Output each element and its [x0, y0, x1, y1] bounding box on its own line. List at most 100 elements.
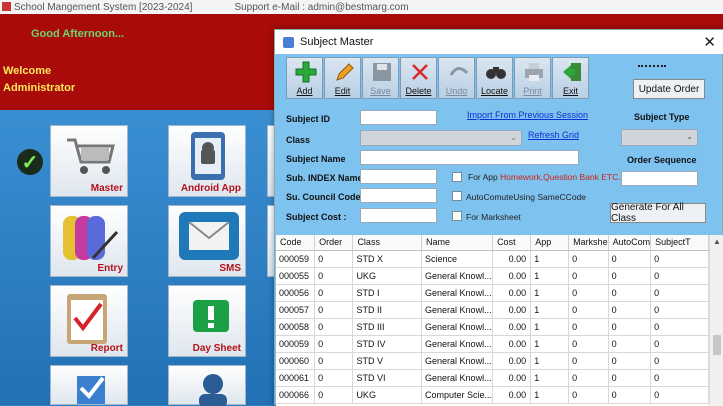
column-header[interactable]: Name: [421, 235, 494, 251]
table-cell: General Knowl...: [421, 352, 494, 370]
delete-button[interactable]: Delete: [400, 57, 437, 99]
table-row[interactable]: 000066 0 UKG Computer Scie... 0.00 1 0 0 0: [276, 386, 709, 404]
subject-name-label: Subject Name: [286, 154, 346, 164]
tile-label: Master: [90, 183, 123, 194]
edit-button[interactable]: Edit: [324, 57, 361, 99]
column-header[interactable]: Code: [276, 235, 316, 251]
table-cell: 0: [608, 284, 652, 302]
column-header[interactable]: App: [530, 235, 570, 251]
table-row[interactable]: 000057 0 STD II General Knowl... 0.00 1 0 0 0: [276, 301, 709, 319]
update-order-button[interactable]: Update Order: [633, 79, 705, 99]
android-app-tile[interactable]: Android App: [168, 125, 246, 197]
chevron-down-icon: ⌄: [510, 133, 517, 142]
sms-tile[interactable]: SMS: [168, 205, 246, 277]
table-cell: 0: [314, 369, 354, 387]
column-header[interactable]: Markshe: [568, 235, 609, 251]
subject-name-input[interactable]: [360, 150, 579, 165]
import-previous-session-link[interactable]: Import From Previous Session: [467, 110, 588, 120]
scroll-up-icon[interactable]: ▲: [713, 237, 721, 246]
table-row[interactable]: 000061 0 STD VI General Knowl... 0.00 1 0 0 0: [276, 369, 709, 387]
printer-icon: [525, 63, 543, 81]
table-cell: 000059: [276, 250, 316, 268]
table-cell: 0.00: [492, 301, 532, 319]
for-marksheet-checkbox[interactable]: [452, 211, 462, 221]
welcome-label: Welcome: [3, 65, 52, 77]
refresh-grid-link[interactable]: Refresh Grid: [528, 130, 579, 140]
add-button[interactable]: Add: [286, 57, 323, 99]
undo-button[interactable]: Undo: [438, 57, 475, 99]
greeting: Good Afternoon...: [31, 28, 125, 40]
su-council-code-label: Su. Council Code: [286, 192, 361, 202]
table-row[interactable]: 000059 0 STD IV General Knowl... 0.00 1 0 0 0: [276, 335, 709, 353]
locate-button[interactable]: Locate: [476, 57, 513, 99]
tile-label: SMS: [219, 263, 241, 274]
table-cell: STD VI: [352, 369, 423, 387]
subject-cost-label: Subject Cost :: [286, 212, 347, 222]
table-cell: 0.00: [492, 335, 532, 353]
table-cell: 1: [530, 335, 570, 353]
table-cell: 0.00: [492, 267, 532, 285]
user-icon: [199, 374, 227, 406]
table-cell: 0.00: [492, 352, 532, 370]
tile-partial[interactable]: [50, 365, 128, 405]
table-cell: UKG: [352, 267, 423, 285]
table-cell: 0: [650, 250, 709, 268]
tile-label: Entry: [97, 263, 123, 274]
print-button[interactable]: Print: [514, 57, 551, 99]
subject-grid[interactable]: Code Order Class Name Cost App Markshe AutoCom S…: [276, 235, 709, 406]
floppy-icon: [373, 63, 391, 81]
order-sequence-input[interactable]: [621, 171, 698, 186]
table-cell: 0: [314, 284, 354, 302]
table-cell: 0: [568, 284, 609, 302]
subject-type-select[interactable]: ⌄: [621, 129, 698, 146]
check-icon: ✓: [17, 149, 43, 175]
entry-tile[interactable]: Entry: [50, 205, 128, 277]
class-select[interactable]: ⌄: [360, 130, 522, 146]
for-app-checkbox[interactable]: [452, 172, 462, 182]
table-cell: 0: [568, 267, 609, 285]
table-cell: STD II: [352, 301, 423, 319]
subject-id-input[interactable]: [360, 110, 437, 125]
table-row[interactable]: 000058 0 STD III General Knowl... 0.00 1 0 0 0: [276, 318, 709, 336]
generate-all-class-button[interactable]: Generate For All Class: [610, 202, 706, 224]
exit-button[interactable]: Exit: [552, 57, 589, 99]
column-header[interactable]: Class: [352, 235, 423, 251]
report-tile[interactable]: Report: [50, 285, 128, 357]
chevron-down-icon: ⌄: [686, 132, 693, 141]
tile-label: Report: [90, 343, 123, 354]
table-cell: 000060: [276, 352, 316, 370]
order-sequence-label: Order Sequence: [627, 155, 697, 165]
table-cell: STD V: [352, 352, 423, 370]
dialog-title: Subject Master: [300, 36, 374, 48]
subject-master-dialog: Subject Master ✕ Add Edit Save Delete Un…: [274, 29, 723, 406]
sub-index-name-input[interactable]: [360, 169, 437, 184]
column-header[interactable]: AutoCom: [608, 235, 652, 251]
save-button[interactable]: Save: [362, 57, 399, 99]
table-row[interactable]: 000060 0 STD V General Knowl... 0.00 1 0 0 0: [276, 352, 709, 370]
cart-icon: [67, 138, 115, 174]
table-row[interactable]: 000059 0 STD X Science 0.00 1 0 0 0: [276, 250, 709, 268]
table-cell: 0: [650, 369, 709, 387]
table-cell: Science: [421, 250, 494, 268]
close-button[interactable]: ✕: [703, 33, 716, 51]
auto-comute-checkbox[interactable]: [452, 191, 462, 201]
table-cell: General Knowl...: [421, 284, 494, 302]
table-row[interactable]: 000056 0 STD I General Knowl... 0.00 1 0 0 0: [276, 284, 709, 302]
for-marksheet-label: For Marksheet: [466, 212, 521, 222]
dialog-titlebar: Subject Master ✕: [275, 30, 723, 54]
column-header[interactable]: SubjectT: [650, 235, 709, 251]
day-sheet-tile[interactable]: Day Sheet: [168, 285, 246, 357]
vertical-scrollbar[interactable]: ▲: [709, 235, 723, 406]
master-tile[interactable]: Master: [50, 125, 128, 197]
scroll-thumb[interactable]: [713, 335, 721, 355]
table-cell: 0: [608, 301, 652, 319]
subject-cost-input[interactable]: [360, 208, 437, 223]
tile-partial[interactable]: [168, 365, 246, 406]
column-header[interactable]: Order: [314, 235, 354, 251]
su-council-code-input[interactable]: [360, 188, 437, 203]
grid-header-row: Code Order Class Name Cost App Markshe AutoCom S…: [276, 235, 709, 251]
table-row[interactable]: 000055 0 UKG General Knowl... 0.00 1 0 0 0: [276, 267, 709, 285]
table-cell: 0: [568, 335, 609, 353]
column-header[interactable]: Cost: [492, 235, 532, 251]
table-cell: Computer Scie...: [421, 386, 494, 404]
